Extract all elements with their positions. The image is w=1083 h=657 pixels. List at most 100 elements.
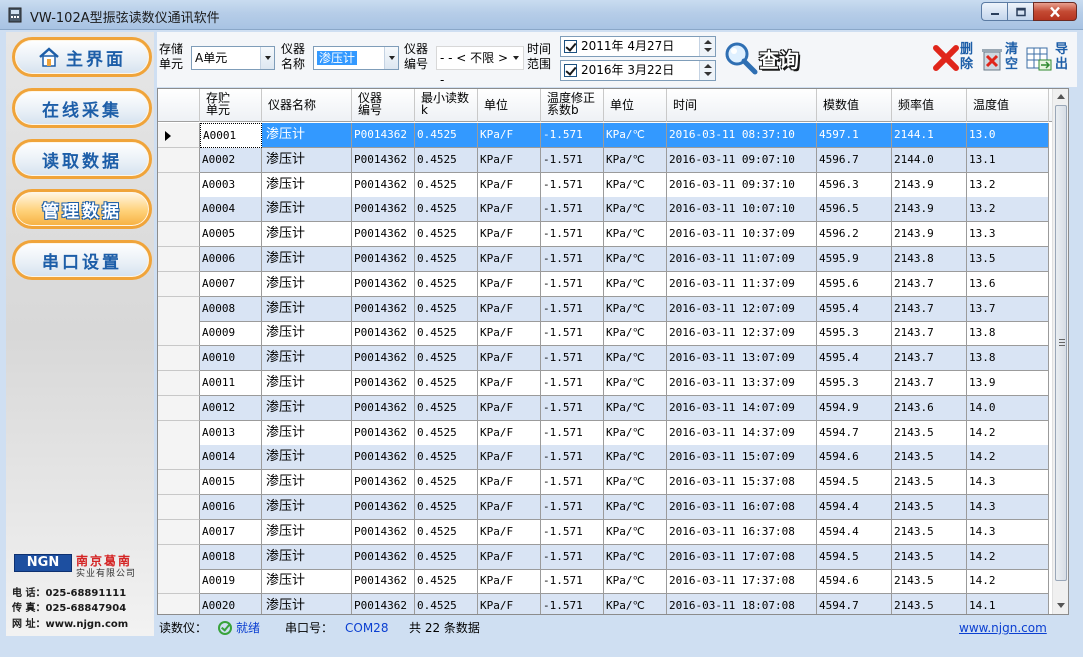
- cell-instrument-code[interactable]: P0014362: [352, 569, 415, 595]
- cell-unit-k[interactable]: KPa/F: [478, 445, 541, 471]
- nav-read-data[interactable]: 读取数据: [12, 139, 152, 179]
- cell-unit-k[interactable]: KPa/F: [478, 197, 541, 223]
- cell-time[interactable]: 2016-03-11 09:07:10: [667, 147, 817, 173]
- cell-unit-b[interactable]: KPa/℃: [604, 445, 667, 471]
- column-header-storage-unit[interactable]: 存贮 单元: [200, 89, 262, 122]
- cell-time[interactable]: 2016-03-11 12:07:09: [667, 296, 817, 322]
- date-from-spinner[interactable]: [699, 37, 715, 56]
- cell-storage-unit[interactable]: A0004: [200, 197, 262, 223]
- cell-temperature[interactable]: 14.3: [967, 470, 1049, 496]
- cell-temperature[interactable]: 14.2: [967, 569, 1049, 595]
- table-row[interactable]: A0001 渗压计 P0014362 0.4525 KPa/F -1.571 KPa/℃ 20…: [158, 123, 1054, 148]
- cell-unit-k[interactable]: KPa/F: [478, 123, 541, 148]
- date-from-picker[interactable]: 2011年 4月27日: [560, 36, 716, 57]
- cell-unit-k[interactable]: KPa/F: [478, 346, 541, 372]
- cell-unit-k[interactable]: KPa/F: [478, 247, 541, 272]
- cell-temp-coef[interactable]: -1.571: [541, 321, 604, 347]
- cell-storage-unit[interactable]: A0002: [200, 147, 262, 173]
- cell-min-reading[interactable]: 0.4525: [415, 123, 478, 148]
- cell-storage-unit[interactable]: A0007: [200, 271, 262, 297]
- cell-time[interactable]: 2016-03-11 11:07:09: [667, 247, 817, 272]
- cell-modulus[interactable]: 4594.6: [817, 445, 892, 471]
- cell-storage-unit[interactable]: A0003: [200, 172, 262, 198]
- cell-temperature[interactable]: 13.5: [967, 247, 1049, 272]
- cell-modulus[interactable]: 4595.6: [817, 271, 892, 297]
- cell-storage-unit[interactable]: A0010: [200, 346, 262, 372]
- cell-frequency[interactable]: 2143.9: [892, 222, 967, 248]
- cell-unit-b[interactable]: KPa/℃: [604, 544, 667, 570]
- cell-unit-k[interactable]: KPa/F: [478, 147, 541, 173]
- cell-instrument-name[interactable]: 渗压计: [262, 296, 352, 322]
- cell-unit-k[interactable]: KPa/F: [478, 371, 541, 396]
- cell-storage-unit[interactable]: A0011: [200, 371, 262, 396]
- cell-min-reading[interactable]: 0.4525: [415, 321, 478, 347]
- cell-instrument-name[interactable]: 渗压计: [262, 247, 352, 272]
- cell-modulus[interactable]: 4595.3: [817, 321, 892, 347]
- vertical-scrollbar[interactable]: [1052, 89, 1068, 614]
- cell-instrument-name[interactable]: 渗压计: [262, 420, 352, 446]
- cell-unit-b[interactable]: KPa/℃: [604, 594, 667, 614]
- cell-storage-unit[interactable]: A0019: [200, 569, 262, 595]
- cell-min-reading[interactable]: 0.4525: [415, 371, 478, 396]
- cell-min-reading[interactable]: 0.4525: [415, 495, 478, 520]
- cell-temp-coef[interactable]: -1.571: [541, 371, 604, 396]
- cell-unit-k[interactable]: KPa/F: [478, 470, 541, 496]
- cell-unit-k[interactable]: KPa/F: [478, 495, 541, 520]
- cell-instrument-code[interactable]: P0014362: [352, 346, 415, 372]
- cell-unit-b[interactable]: KPa/℃: [604, 321, 667, 347]
- cell-min-reading[interactable]: 0.4525: [415, 147, 478, 173]
- cell-time[interactable]: 2016-03-11 18:07:08: [667, 594, 817, 614]
- cell-temperature[interactable]: 13.3: [967, 222, 1049, 248]
- cell-instrument-name[interactable]: 渗压计: [262, 371, 352, 396]
- column-header-temperature[interactable]: 温度值: [967, 89, 1049, 122]
- cell-min-reading[interactable]: 0.4525: [415, 470, 478, 496]
- cell-unit-b[interactable]: KPa/℃: [604, 420, 667, 446]
- cell-unit-k[interactable]: KPa/F: [478, 271, 541, 297]
- cell-min-reading[interactable]: 0.4525: [415, 544, 478, 570]
- column-header-modulus[interactable]: 模数值: [817, 89, 892, 122]
- cell-instrument-name[interactable]: 渗压计: [262, 172, 352, 198]
- cell-instrument-name[interactable]: 渗压计: [262, 519, 352, 545]
- cell-temperature[interactable]: 14.3: [967, 519, 1049, 545]
- nav-manage-data[interactable]: 管理数据: [12, 189, 152, 229]
- chevron-down-icon[interactable]: [509, 47, 523, 69]
- chevron-down-icon[interactable]: [260, 47, 274, 69]
- cell-unit-b[interactable]: KPa/℃: [604, 247, 667, 272]
- cell-instrument-code[interactable]: P0014362: [352, 271, 415, 297]
- table-row[interactable]: A0015 渗压计 P0014362 0.4525 KPa/F -1.571 KPa/℃ 20…: [158, 470, 1054, 496]
- cell-modulus[interactable]: 4594.7: [817, 594, 892, 614]
- table-row[interactable]: A0014 渗压计 P0014362 0.4525 KPa/F -1.571 KPa/℃ 20…: [158, 445, 1054, 471]
- cell-unit-b[interactable]: KPa/℃: [604, 495, 667, 520]
- cell-frequency[interactable]: 2144.1: [892, 123, 967, 148]
- cell-time[interactable]: 2016-03-11 09:37:10: [667, 172, 817, 198]
- cell-instrument-name[interactable]: 渗压计: [262, 495, 352, 520]
- cell-time[interactable]: 2016-03-11 10:07:10: [667, 197, 817, 223]
- cell-frequency[interactable]: 2143.9: [892, 197, 967, 223]
- cell-temp-coef[interactable]: -1.571: [541, 395, 604, 421]
- cell-unit-b[interactable]: KPa/℃: [604, 519, 667, 545]
- cell-frequency[interactable]: 2143.5: [892, 420, 967, 446]
- cell-temp-coef[interactable]: -1.571: [541, 519, 604, 545]
- cell-unit-k[interactable]: KPa/F: [478, 222, 541, 248]
- cell-temp-coef[interactable]: -1.571: [541, 147, 604, 173]
- cell-storage-unit[interactable]: A0020: [200, 594, 262, 614]
- table-row[interactable]: A0004 渗压计 P0014362 0.4525 KPa/F -1.571 KPa/℃ 20…: [158, 197, 1054, 223]
- cell-unit-b[interactable]: KPa/℃: [604, 371, 667, 396]
- cell-instrument-code[interactable]: P0014362: [352, 123, 415, 148]
- cell-instrument-code[interactable]: P0014362: [352, 296, 415, 322]
- instrument-name-select[interactable]: 渗压计: [313, 46, 399, 70]
- cell-unit-b[interactable]: KPa/℃: [604, 346, 667, 372]
- cell-temp-coef[interactable]: -1.571: [541, 594, 604, 614]
- cell-time[interactable]: 2016-03-11 11:37:09: [667, 271, 817, 297]
- cell-temp-coef[interactable]: -1.571: [541, 296, 604, 322]
- table-row[interactable]: A0008 渗压计 P0014362 0.4525 KPa/F -1.571 KPa/℃ 20…: [158, 296, 1054, 322]
- column-header-unit-k[interactable]: 单位: [478, 89, 541, 122]
- cell-instrument-name[interactable]: 渗压计: [262, 594, 352, 614]
- data-grid[interactable]: 存贮 单元 仪器名称 仪器 编号 最小读数 k 单位 温度修正 系数b 单位 时间 模数值 频率值…: [157, 88, 1069, 615]
- table-row[interactable]: A0013 渗压计 P0014362 0.4525 KPa/F -1.571 KPa/℃ 20…: [158, 420, 1054, 446]
- cell-temperature[interactable]: 13.9: [967, 371, 1049, 396]
- scroll-thumb[interactable]: [1055, 105, 1067, 581]
- cell-instrument-code[interactable]: P0014362: [352, 197, 415, 223]
- table-row[interactable]: A0005 渗压计 P0014362 0.4525 KPa/F -1.571 KPa/℃ 20…: [158, 222, 1054, 248]
- cell-temperature[interactable]: 14.3: [967, 495, 1049, 520]
